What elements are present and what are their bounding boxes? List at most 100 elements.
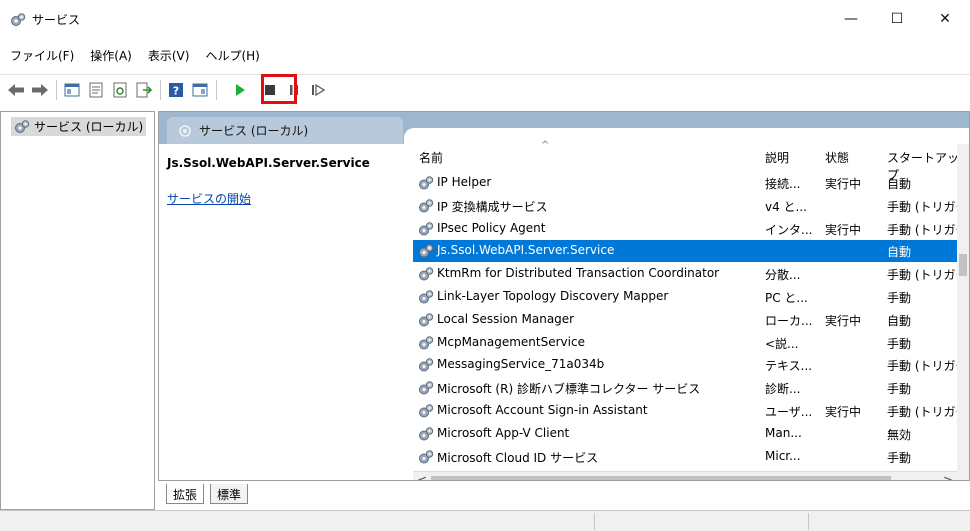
cell-startup: 手動 [887, 382, 912, 397]
service-gear-icon [419, 221, 434, 236]
cell-startup: 手動 (トリガー [887, 405, 968, 419]
svg-text:?: ? [173, 84, 179, 97]
toolbar: ? [0, 74, 970, 104]
cell-name: IP 変換構成サービス [437, 199, 548, 214]
status-divider [808, 513, 809, 530]
column-header-name[interactable]: 名前 [419, 149, 443, 166]
minimize-button[interactable]: — [828, 0, 874, 38]
cell-description: ローカ... [765, 313, 813, 328]
tab-extended[interactable]: 拡張 [166, 484, 205, 504]
view-tabs: 拡張 標準 [158, 480, 970, 510]
column-header-status[interactable]: 状態 [825, 149, 849, 166]
cell-name: KtmRm for Distributed Transaction Coordi… [437, 266, 720, 281]
service-gear-icon [419, 313, 434, 327]
table-row[interactable]: Js.Ssol.WebAPI.Server.Service 自動 [413, 240, 963, 263]
cell-startup: 手動 [887, 291, 912, 305]
cell-description: 診断... [765, 382, 801, 397]
start-service-icon[interactable] [230, 79, 250, 101]
cell-description: 分散... [765, 268, 801, 283]
table-row[interactable]: Microsoft Account Sign-in Assistant ユーザ..… [413, 400, 968, 422]
table-row[interactable]: MessagingService_71a034b テキス... 手動 (トリガー [413, 354, 968, 376]
cell-startup: 手動 (トリガー [887, 199, 968, 214]
cell-description: インタ... [765, 222, 813, 237]
cell-startup: 手動 [887, 336, 912, 351]
cell-status: 実行中 [825, 177, 862, 191]
start-button-highlight [261, 74, 297, 104]
table-row[interactable]: IP 変換構成サービス v4 と... 手動 (トリガー [413, 195, 968, 217]
refresh-icon[interactable] [110, 79, 130, 101]
table-row[interactable]: Microsoft Cloud ID サービス Micr... 手動 [413, 446, 963, 468]
cell-startup: 無効 [887, 427, 912, 442]
service-gear-icon [419, 176, 434, 190]
column-header-description[interactable]: 説明 [765, 149, 789, 166]
cell-description: 接続... [765, 177, 801, 191]
toolbar-separator [160, 79, 161, 100]
table-row[interactable]: IPsec Policy Agent インタ... 実行中 手動 (トリガー [413, 218, 968, 240]
forward-icon[interactable] [30, 79, 50, 101]
search-gear-icon [179, 124, 191, 137]
tab-standard[interactable]: 標準 [210, 484, 249, 504]
cell-name: Js.Ssol.WebAPI.Server.Service [437, 243, 615, 258]
cell-name: IPsec Policy Agent [437, 220, 546, 235]
toolbar-separator [216, 79, 217, 100]
table-row[interactable]: KtmRm for Distributed Transaction Coordi… [413, 263, 968, 285]
cell-name: Microsoft Account Sign-in Assistant [437, 403, 648, 417]
help-icon[interactable]: ? [166, 79, 186, 101]
cell-name: MessagingService_71a034b [437, 357, 605, 372]
export-list-icon[interactable] [134, 79, 154, 101]
console-tree: サービス (ローカル) [0, 111, 155, 510]
cell-name: McpManagementService [437, 334, 585, 349]
cell-status: 実行中 [825, 405, 862, 419]
maximize-button[interactable]: ☐ [874, 0, 920, 38]
restart-service-icon[interactable] [308, 79, 328, 101]
menu-bar: ファイル(F) 操作(A) 表示(V) ヘルプ(H) [0, 45, 268, 67]
pane-header-title: サービス (ローカル) [199, 124, 309, 138]
table-row[interactable]: IP Helper 接続... 実行中 自動 [413, 172, 963, 194]
cell-description: テキス... [765, 359, 813, 374]
status-bar [0, 510, 970, 531]
cell-name: IP Helper [437, 175, 492, 189]
cell-status: 実行中 [825, 313, 862, 328]
status-divider [594, 513, 595, 530]
menu-help[interactable]: ヘルプ(H) [197, 45, 267, 67]
toolbar-separator [56, 79, 57, 100]
close-button[interactable]: ✕ [922, 0, 968, 38]
properties-icon[interactable] [86, 79, 106, 101]
cell-name: Local Session Manager [437, 311, 575, 326]
service-gear-icon [419, 199, 434, 213]
vertical-scrollbar[interactable] [957, 144, 969, 489]
table-row[interactable]: Microsoft App-V Client Man... 無効 [413, 423, 963, 445]
services-gear-icon [11, 13, 26, 26]
window-title: サービス [32, 13, 81, 27]
cell-startup: 自動 [887, 177, 912, 191]
cell-description: Man... [765, 425, 802, 440]
service-gear-icon [419, 335, 434, 350]
cell-description: PC と... [765, 291, 808, 305]
start-service-link[interactable]: サービスの開始 [167, 190, 251, 207]
menu-view[interactable]: 表示(V) [140, 45, 198, 67]
services-gear-icon [15, 119, 30, 133]
table-row[interactable]: McpManagementService <説... 手動 [413, 332, 963, 354]
table-row[interactable]: Link-Layer Topology Discovery Mapper PC と… [413, 286, 963, 308]
cell-description: v4 と... [765, 199, 807, 214]
pane-header-tab: サービス (ローカル) [167, 117, 403, 144]
tree-item-services-local[interactable]: サービス (ローカル) [11, 117, 147, 136]
cell-description: ユーザ... [765, 405, 813, 419]
cell-startup: 手動 [887, 450, 912, 465]
cell-name: Link-Layer Topology Discovery Mapper [437, 289, 669, 303]
show-hide-action-pane-icon[interactable] [190, 79, 210, 101]
service-gear-icon [419, 244, 434, 258]
vertical-scroll-thumb[interactable] [959, 254, 967, 276]
selected-service-name: Js.Ssol.WebAPI.Server.Service [167, 156, 370, 170]
tree-item-label: サービス (ローカル) [34, 120, 144, 134]
table-row[interactable]: Local Session Manager ローカ... 実行中 自動 [413, 309, 963, 331]
cell-description: Micr... [765, 448, 801, 463]
show-hide-console-tree-icon[interactable] [62, 79, 82, 101]
menu-file[interactable]: ファイル(F) [0, 45, 82, 67]
back-icon[interactable] [6, 79, 26, 101]
table-row[interactable]: Microsoft (R) 診断ハブ標準コレクター サービス 診断... 手動 [413, 377, 963, 399]
cell-name: Microsoft App-V Client [437, 425, 570, 440]
title-bar: サービス — ☐ ✕ [0, 0, 970, 38]
menu-action[interactable]: 操作(A) [82, 45, 140, 67]
service-gear-icon [419, 404, 434, 418]
